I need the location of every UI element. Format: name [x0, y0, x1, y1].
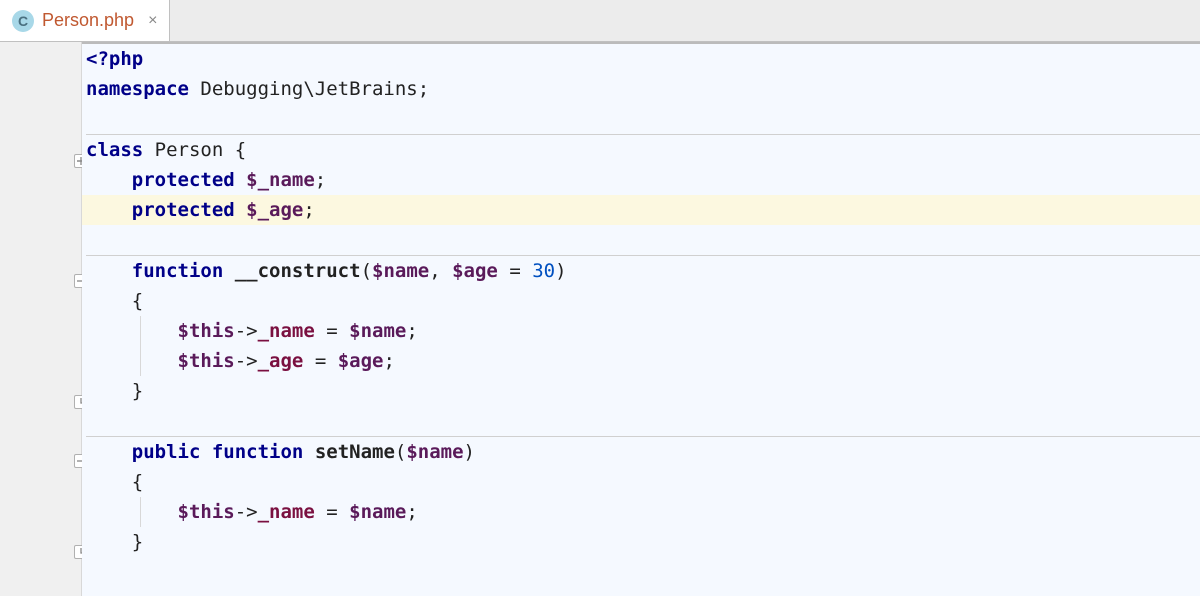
- code-line: }: [82, 376, 1200, 406]
- code-line: $this->_age = $age;: [82, 346, 1200, 376]
- file-type-icon: C: [12, 10, 34, 32]
- code-line: $this->_name = $name;: [82, 316, 1200, 346]
- code-line: <?php: [82, 44, 1200, 74]
- code-line: [82, 104, 1200, 134]
- code-line: {: [82, 286, 1200, 316]
- code-line: class Person {: [82, 135, 1200, 165]
- code-editor[interactable]: <?php namespace Debugging\JetBrains; cla…: [82, 42, 1200, 596]
- code-line: function __construct($name, $age = 30): [82, 256, 1200, 286]
- code-line: [82, 406, 1200, 436]
- code-line: {: [82, 467, 1200, 497]
- editor-gutter[interactable]: [0, 42, 82, 596]
- code-line: [82, 225, 1200, 255]
- close-icon[interactable]: ×: [148, 12, 157, 30]
- tab-bar: C Person.php ×: [0, 0, 1200, 42]
- code-line: protected $_name;: [82, 165, 1200, 195]
- editor-container: <?php namespace Debugging\JetBrains; cla…: [0, 42, 1200, 596]
- file-tab[interactable]: C Person.php ×: [0, 0, 170, 41]
- code-line: }: [82, 527, 1200, 557]
- code-line: $this->_name = $name;: [82, 497, 1200, 527]
- tab-filename: Person.php: [42, 10, 134, 31]
- code-line-current: protected $_age;: [82, 195, 1200, 225]
- code-line: namespace Debugging\JetBrains;: [82, 74, 1200, 104]
- code-line: public function setName($name): [82, 437, 1200, 467]
